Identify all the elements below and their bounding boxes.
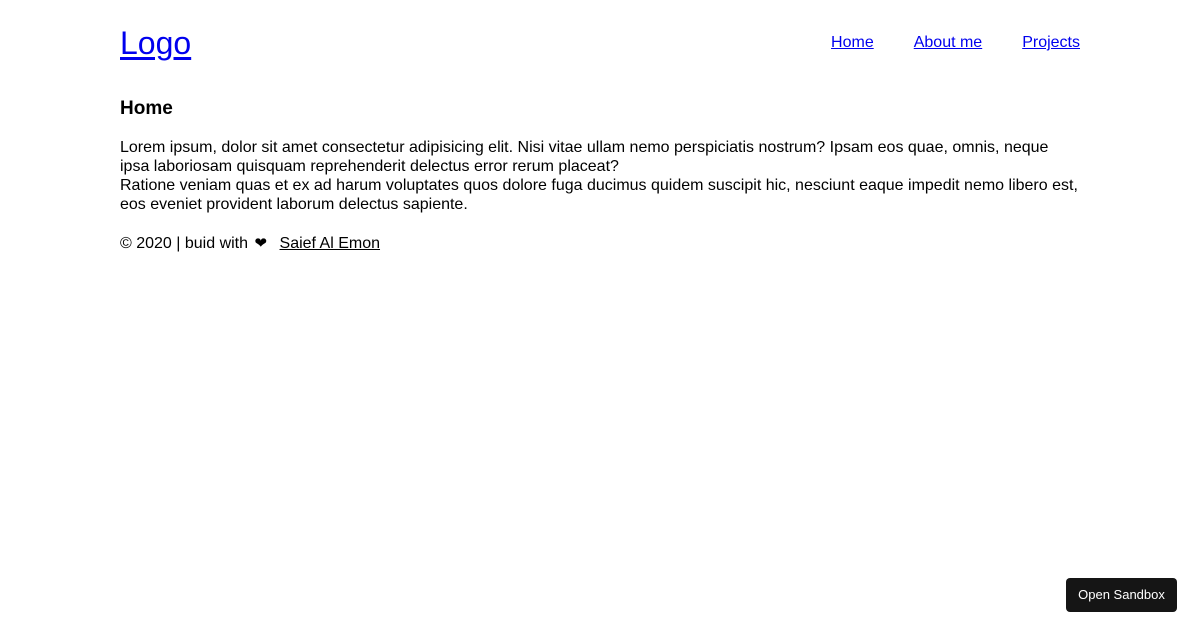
page-title: Home bbox=[120, 98, 173, 119]
nav-link-about-me[interactable]: About me bbox=[914, 33, 982, 53]
content-paragraph-1: Lorem ipsum, dolor sit amet consectetur … bbox=[120, 139, 1049, 175]
author-link[interactable]: Saief Al Emon bbox=[280, 235, 381, 252]
open-sandbox-button[interactable]: Open Sandbox bbox=[1066, 578, 1177, 612]
page-container: Logo Home About me Projects Home Lorem i… bbox=[120, 0, 1080, 252]
main-content: Lorem ipsum, dolor sit amet consectetur … bbox=[120, 138, 1080, 214]
copyright-text: © 2020 | buid with bbox=[120, 235, 249, 252]
main-nav: Home About me Projects bbox=[831, 33, 1080, 53]
content-paragraph-2: Ratione veniam quas et ex ad harum volup… bbox=[120, 177, 1078, 213]
heart-icon: ❤ bbox=[254, 235, 268, 252]
site-header: Logo Home About me Projects bbox=[120, 0, 1080, 90]
logo-link[interactable]: Logo bbox=[120, 23, 191, 63]
site-footer: © 2020 | buid with ❤ Saief Al Emon bbox=[120, 234, 380, 253]
nav-link-home[interactable]: Home bbox=[831, 33, 874, 53]
nav-link-projects[interactable]: Projects bbox=[1022, 33, 1080, 53]
